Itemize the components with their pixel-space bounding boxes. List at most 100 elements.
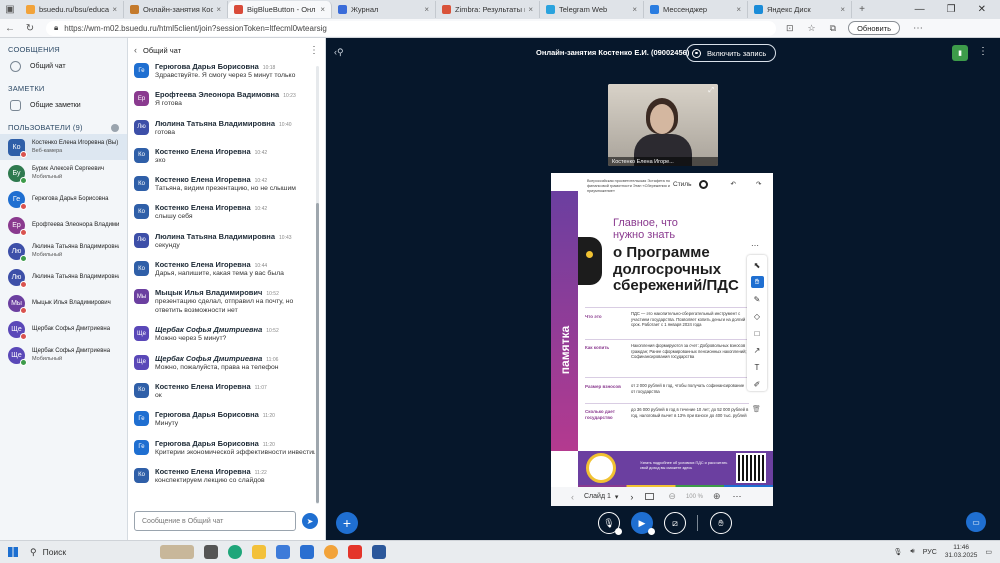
reload-icon[interactable]: ↻ (20, 23, 40, 34)
rectangle-tool-icon[interactable]: □ (751, 327, 764, 339)
maximize-icon[interactable]: ❐ (947, 4, 956, 15)
select-tool-icon[interactable]: ⬉ (751, 259, 764, 271)
mic-icon[interactable]: 🎙︎ (893, 548, 902, 556)
previous-slide-icon[interactable]: ‹ (571, 492, 574, 502)
sticky-note-tool-icon[interactable]: ✐ (751, 378, 764, 390)
edge-icon[interactable] (228, 545, 242, 559)
user-list-item[interactable]: Лю Люлина Татьяна Владимировна (0, 264, 127, 290)
mute-button[interactable]: 🎙︎ (598, 512, 622, 535)
mail-icon[interactable] (300, 545, 314, 559)
yandex-browser-icon[interactable] (324, 545, 338, 559)
volume-icon[interactable]: 🔊︎ (910, 548, 914, 556)
tab-close-icon[interactable]: × (421, 5, 429, 14)
clock[interactable]: 11:46 31.03.2025 (945, 544, 978, 560)
pen-size-icon[interactable] (699, 179, 709, 189)
url-field[interactable]: 🔒︎ https://wm-m02.bsuedu.ru/html5client/… (46, 20, 776, 36)
zoom-in-icon[interactable]: ⊕ (713, 491, 721, 502)
lang-indicator[interactable]: РУС (923, 549, 937, 556)
browser-tab[interactable]: BigBlueButton - Онл × (228, 1, 332, 18)
browser-menu-icon[interactable]: ⋯ (908, 23, 928, 34)
tab-close-icon[interactable]: × (733, 5, 741, 14)
user-list-item[interactable]: Ще Щербак Софья Дмитриевна (0, 316, 127, 342)
next-slide-icon[interactable]: › (630, 492, 633, 502)
sidebar-toggle-icon[interactable]: ▣ (0, 4, 20, 15)
pencil-tool-icon[interactable]: ✎ (751, 293, 764, 305)
chevron-down-icon: ▾ (614, 493, 619, 501)
audio-options-icon[interactable] (615, 528, 622, 535)
tab-close-icon[interactable]: × (629, 5, 637, 14)
yandex-icon[interactable] (348, 545, 362, 559)
app-icon[interactable]: ⊡ (786, 23, 794, 34)
user-list-item[interactable]: Мы Мыцык Илья Владимирович (0, 290, 127, 316)
user-list-item[interactable]: Бу Бурик Алексей Сергеевич Мобильный (0, 160, 127, 186)
chevron-left-icon[interactable]: ‹ (134, 45, 137, 55)
file-explorer-icon[interactable] (252, 545, 266, 559)
update-button[interactable]: Обновить (848, 21, 901, 35)
raise-hand-button[interactable]: ✋︎ (710, 512, 732, 534)
close-icon[interactable]: ✕ (978, 4, 986, 15)
tool-more-icon[interactable]: ⋯ (751, 241, 759, 250)
chat-scrollbar-thumb[interactable] (316, 203, 319, 503)
public-chat-item[interactable]: Общий чат (0, 56, 127, 77)
webcam-button[interactable]: ▶︎ (631, 512, 655, 535)
taskbar-search[interactable]: ⚲ Поиск (30, 544, 140, 561)
presentation-options-icon[interactable]: ⋯ (733, 491, 742, 502)
favorite-icon[interactable]: ☆ (808, 23, 816, 34)
actions-button[interactable]: + (336, 512, 358, 534)
arrow-tool-icon[interactable]: ↗ (751, 344, 764, 356)
trash-icon[interactable]: 🗑︎ (752, 405, 761, 413)
back-icon[interactable]: ← (0, 23, 20, 34)
browser-tab[interactable]: Онлайн-занятия Костенко× (124, 1, 228, 18)
shared-notes-item[interactable]: Общие заметки (0, 95, 127, 116)
user-list-item[interactable]: Ко Костенко Елена Игоревна (Вы) Веб-камера (0, 134, 127, 160)
minimize-icon[interactable]: — (915, 4, 925, 15)
gear-icon[interactable] (111, 123, 119, 132)
word-icon[interactable] (372, 545, 386, 559)
user-list-toggle-icon[interactable]: ‹⚲ (334, 47, 344, 58)
store-icon[interactable] (276, 545, 290, 559)
windows-start-icon[interactable] (8, 547, 18, 557)
user-list-item[interactable]: Лю Люлина Татьяна Владимировна Мобильный (0, 238, 127, 264)
widgets-icon[interactable] (160, 545, 194, 559)
tab-close-icon[interactable]: × (837, 5, 845, 14)
browser-tab[interactable]: Мессенджер × (644, 1, 748, 18)
chat-options-icon[interactable]: ⋮ (309, 45, 319, 56)
tab-close-icon[interactable]: × (525, 5, 533, 14)
collections-icon[interactable]: ⧉ (830, 23, 836, 34)
tab-close-icon[interactable]: × (213, 5, 221, 14)
style-label[interactable]: Стиль (673, 181, 691, 188)
browser-tab[interactable]: Zimbra: Результаты поиск× (436, 1, 540, 18)
browser-tab[interactable]: bsuedu.ru/bsu/education/× (20, 1, 124, 18)
send-button[interactable]: ➤ (302, 513, 318, 529)
user-list-item[interactable]: Ще Щербак Софья Дмитриевна Мобильный (0, 342, 127, 368)
presentation-slide[interactable]: Всероссийская просветительская Эстафета … (551, 173, 773, 506)
record-button[interactable]: Включить запись (686, 44, 777, 62)
eraser-tool-icon[interactable]: ◇ (751, 310, 764, 322)
hand-tool-icon[interactable]: ✋︎ (750, 276, 764, 288)
browser-tab[interactable]: Журнал × (332, 1, 436, 18)
video-options-icon[interactable] (648, 528, 655, 535)
zoom-out-icon[interactable]: ⊖ (668, 491, 676, 502)
message-header: Щербак Софья Дмитриевна 10:52 (155, 325, 315, 334)
screenshare-button[interactable]: ⧄ (664, 512, 686, 534)
presentation-toggle-icon[interactable]: ▭ (966, 512, 986, 532)
user-list-item[interactable]: Ге Герюгова Дарья Борисовна (0, 186, 127, 212)
task-view-icon[interactable] (204, 545, 218, 559)
new-tab-button[interactable]: + (852, 4, 872, 15)
options-menu-icon[interactable]: ⋮ (978, 46, 988, 57)
tab-close-icon[interactable]: × (109, 5, 117, 14)
user-list-item[interactable]: Ер Ерофтеева Элеонора Владимировна (0, 212, 127, 238)
fit-to-width-icon[interactable] (645, 493, 655, 500)
tab-close-icon[interactable]: × (317, 5, 325, 14)
expand-icon[interactable]: ⤢ (708, 87, 714, 95)
chat-input[interactable]: Сообщение в Общий чат (134, 511, 296, 531)
slide-select[interactable]: Слайд 1 ▾ (584, 493, 618, 501)
webcam-tile[interactable]: ⤢ Костенко Елена Игоре... (608, 84, 718, 166)
browser-tab[interactable]: Telegram Web × (540, 1, 644, 18)
notifications-icon[interactable]: ▭ (985, 548, 992, 556)
browser-tab[interactable]: Яндекс Диск × (748, 1, 852, 18)
redo-icon[interactable]: ↷ (756, 180, 761, 188)
connection-status-icon[interactable]: ▮ (952, 45, 968, 61)
text-tool-icon[interactable]: T (751, 361, 764, 373)
undo-icon[interactable]: ↶ (730, 180, 735, 188)
